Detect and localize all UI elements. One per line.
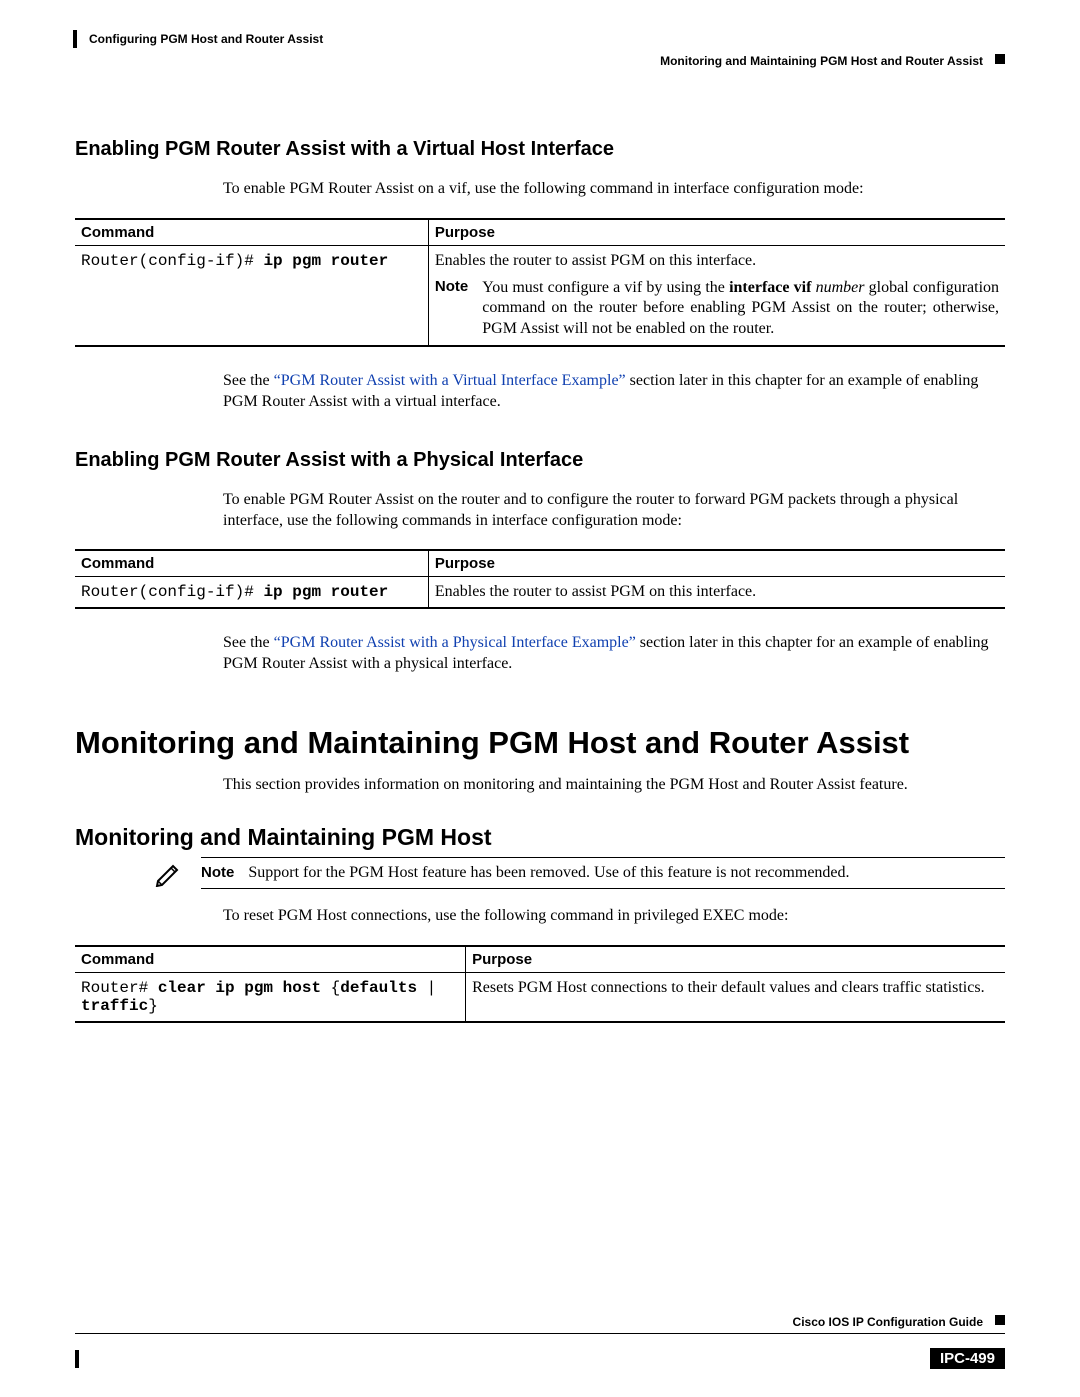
page: Configuring PGM Host and Router Assist M…: [0, 0, 1080, 1397]
footer-guide-title: Cisco IOS IP Configuration Guide: [793, 1315, 983, 1329]
th-purpose: Purpose: [466, 946, 1005, 973]
pencil-icon: [153, 857, 183, 892]
writer-note: Note Support for the PGM Host feature ha…: [153, 857, 1005, 892]
header-left-marker: [73, 30, 77, 48]
page-number: IPC-499: [930, 1348, 1005, 1369]
cmd-prefix: Router(config-if)#: [81, 583, 263, 601]
subsection-heading-host: Monitoring and Maintaining PGM Host: [75, 824, 1005, 851]
th-command: Command: [75, 550, 428, 577]
purpose-cell: Enables the router to assist PGM on this…: [428, 577, 1005, 609]
section1-intro: To enable PGM Router Assist on a vif, us…: [223, 179, 1005, 200]
footer-marker-icon: [995, 1315, 1005, 1325]
th-command: Command: [75, 946, 466, 973]
command-table-physical: Command Purpose Router(config-if)# ip pg…: [75, 549, 1005, 609]
major-heading: Monitoring and Maintaining PGM Host and …: [75, 725, 1005, 761]
running-header: Configuring PGM Host and Router Assist M…: [75, 30, 1005, 78]
note-label: Note: [201, 864, 234, 882]
note-label: Note: [435, 278, 468, 295]
th-purpose: Purpose: [428, 219, 1005, 246]
th-purpose: Purpose: [428, 550, 1005, 577]
purpose-cell: Enables the router to assist PGM on this…: [428, 245, 1005, 346]
cmd-bold: ip pgm router: [263, 252, 388, 270]
table-row: Router(config-if)# ip pgm router Enables…: [75, 245, 1005, 346]
page-footer: Cisco IOS IP Configuration Guide IPC-499: [75, 1317, 1005, 1369]
command-cell: Router# clear ip pgm host {defaults | tr…: [75, 972, 466, 1022]
table-row: Router# clear ip pgm host {defaults | tr…: [75, 972, 1005, 1022]
command-cell: Router(config-if)# ip pgm router: [75, 245, 428, 346]
note-text: You must configure a vif by using the in…: [482, 278, 999, 339]
section2-intro: To enable PGM Router Assist on the route…: [223, 490, 1005, 532]
footer-left-bar: [75, 1350, 79, 1368]
xref-virtual-example[interactable]: “PGM Router Assist with a Virtual Interf…: [274, 372, 626, 389]
section-heading-physical: Enabling PGM Router Assist with a Physic…: [75, 449, 1005, 472]
chapter-title-right: Monitoring and Maintaining PGM Host and …: [660, 54, 983, 68]
command-cell: Router(config-if)# ip pgm router: [75, 577, 428, 609]
cmd-bold: ip pgm router: [263, 583, 388, 601]
xref-physical-example[interactable]: “PGM Router Assist with a Physical Inter…: [274, 634, 636, 651]
purpose-text: Enables the router to assist PGM on this…: [435, 252, 999, 270]
chapter-title-left: Configuring PGM Host and Router Assist: [89, 32, 323, 46]
section3-intro: To reset PGM Host connections, use the f…: [223, 906, 1005, 927]
writer-note-body: Note Support for the PGM Host feature ha…: [201, 857, 1005, 889]
note-text: Support for the PGM Host feature has bee…: [248, 864, 849, 882]
th-command: Command: [75, 219, 428, 246]
section1-after: See the “PGM Router Assist with a Virtua…: [223, 371, 1005, 413]
inline-note: Note You must configure a vif by using t…: [435, 278, 999, 339]
table-row: Router(config-if)# ip pgm router Enables…: [75, 577, 1005, 609]
major-intro: This section provides information on mon…: [223, 775, 1005, 796]
cmd-prefix: Router(config-if)#: [81, 252, 263, 270]
section-heading-virtual: Enabling PGM Router Assist with a Virtua…: [75, 138, 1005, 161]
purpose-cell: Resets PGM Host connections to their def…: [466, 972, 1005, 1022]
command-table-virtual: Command Purpose Router(config-if)# ip pg…: [75, 218, 1005, 347]
header-right-marker: [995, 54, 1005, 64]
section2-after: See the “PGM Router Assist with a Physic…: [223, 633, 1005, 675]
command-table-host: Command Purpose Router# clear ip pgm hos…: [75, 945, 1005, 1023]
